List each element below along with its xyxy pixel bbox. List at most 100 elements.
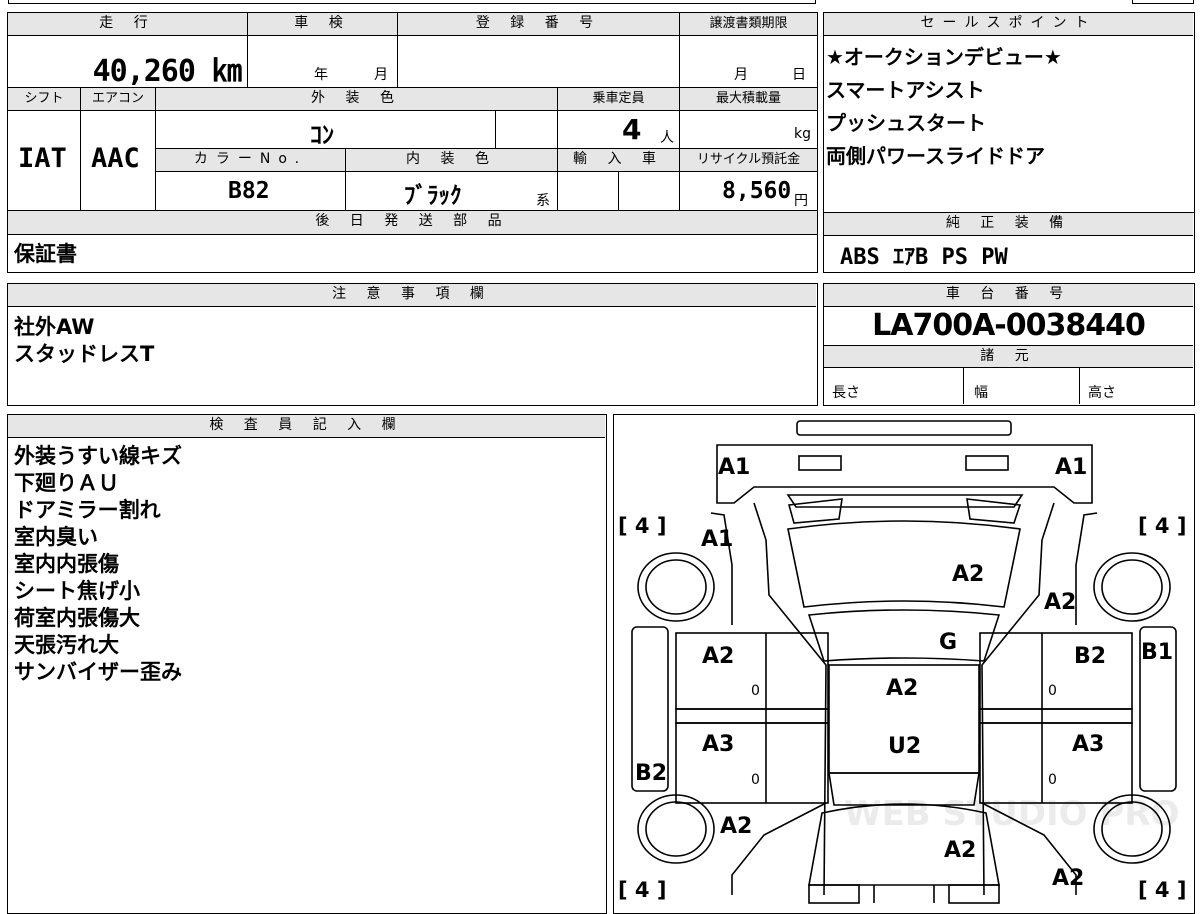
exterior-color-value: ｺﾝ	[310, 121, 334, 149]
import-cell-1	[558, 172, 619, 211]
sales-points-list: ★オークションデビュー★ スマートアシスト プッシュスタート両側パワースライドドア	[826, 41, 1062, 173]
height-cell: 高さ	[1080, 368, 1193, 404]
mileage-value: 40,260 ㎞	[92, 54, 242, 88]
car-diagram-box: [ 4 ] [ 4 ] [ 4 ] [ 4 ] A1 A1 A1 A2 A2 G…	[613, 414, 1195, 914]
caution-item: スタッドレスT	[14, 342, 155, 366]
top-strip	[8, 0, 816, 4]
caution-item: 社外AW	[14, 315, 95, 339]
chassis-value: LA700A-0038440	[872, 308, 1146, 343]
capacity-cell: 4 人	[558, 111, 680, 149]
length-cell: 長さ	[824, 368, 964, 404]
sales-points-header: セールスポイント	[824, 13, 1193, 36]
inspector-note-item: 室内臭い	[14, 525, 98, 549]
transfer-deadline-header: 譲渡書類期限	[680, 13, 817, 36]
code-pillar-right: B1	[1141, 640, 1173, 665]
import-header: 輸 入 車	[558, 149, 680, 172]
inspector-note-item: シート焦げ小	[14, 579, 140, 603]
tire-count-front-left: [ 4 ]	[618, 514, 666, 538]
code-roof: A2	[886, 676, 918, 701]
code-quarter-right: A2	[1052, 866, 1084, 891]
code-rocker-left: B2	[635, 761, 667, 786]
door-mark-rear-left: 0	[751, 772, 760, 788]
interior-color-suffix: 系	[536, 193, 550, 209]
shift-cell: IAT	[8, 111, 81, 211]
capacity-header: 乗車定員	[558, 88, 680, 111]
mileage-cell: 40,260 ㎞	[8, 36, 248, 88]
width-label: 幅	[974, 385, 988, 401]
inspector-note-item: 外装うすい線キズ	[14, 444, 182, 468]
code-windshield: G	[939, 630, 957, 655]
max-load-cell: kg	[680, 111, 817, 149]
exterior-color-cell: ｺﾝ	[156, 111, 496, 149]
interior-color-value: ﾌﾞﾗｯｸ	[404, 183, 462, 209]
chassis-header: 車 台 番 号	[824, 284, 1193, 307]
registration-header: 登 録 番 号	[398, 13, 680, 36]
code-front-left: A1	[718, 455, 750, 480]
capacity-value: 4	[622, 113, 642, 146]
later-parts-value: 保証書	[14, 242, 77, 266]
sales-points-box: セールスポイント ★オークションデビュー★ スマートアシスト プッシュスタート両側パ…	[823, 12, 1195, 213]
recycle-cell: 8,560 円	[680, 172, 817, 211]
deadline-day-unit: 日	[792, 67, 806, 83]
tire-count-front-right: [ 4 ]	[1138, 514, 1186, 538]
tire-count-rear-right: [ 4 ]	[1138, 878, 1186, 902]
chassis-box: 車 台 番 号 LA700A-0038440 諸 元 長さ 幅 高さ	[823, 283, 1195, 406]
capacity-unit: 人	[660, 130, 674, 146]
deadline-cell: 月 日	[680, 36, 817, 88]
tire-count-rear-left: [ 4 ]	[618, 878, 666, 902]
recycle-unit: 円	[794, 193, 808, 209]
sales-point-item: ★オークションデビュー★	[826, 45, 1062, 69]
cautions-header: 注 意 事 項 欄	[8, 284, 816, 307]
inspection-cell: 年 月	[248, 36, 398, 88]
color-no-cell: B82	[156, 172, 346, 211]
cautions-box: 注 意 事 項 欄 社外AW スタッドレスT	[7, 283, 818, 406]
code-fender-right: A2	[1044, 590, 1076, 615]
deadline-month-unit: 月	[734, 67, 748, 83]
inspector-note-item: 荷室内張傷大	[14, 606, 140, 630]
shift-header: シフト	[8, 88, 81, 111]
recycle-header: リサイクル預託金	[680, 149, 817, 172]
later-parts-header: 後 日 発 送 部 品	[8, 211, 817, 235]
code-fender-left: A1	[701, 527, 733, 552]
width-cell: 幅	[964, 368, 1080, 404]
code-rear-door-left: A3	[702, 732, 734, 757]
code-roof-rear: U2	[888, 734, 921, 759]
inspector-notes-list: 外装うすい線キズ 下廻りＡＵ ドアミラー割れ 室内臭い室内内張傷シート焦げ小 荷室内張傷…	[8, 439, 182, 686]
door-mark-rear-right: 0	[1048, 772, 1057, 788]
inspector-note-item: ドアミラー割れ	[14, 498, 161, 522]
inspector-note-item: 天張汚れ大	[14, 633, 119, 657]
import-cell-2	[619, 172, 680, 211]
code-back-door: A2	[944, 838, 976, 863]
genuine-equipment-value: ABS ｴｱB PS PW	[840, 245, 1008, 270]
info-table: 走 行 車 検 登 録 番 号 譲渡書類期限 40,260 ㎞ 年 月 月 日 …	[7, 12, 818, 273]
inspector-box: 検 査 員 記 入 欄 外装うすい線キズ 下廻りＡＵ ドアミラー割れ 室内臭い 室内内張…	[7, 414, 607, 914]
max-load-header: 最大積載量	[680, 88, 817, 111]
inspector-note-item: 下廻りＡＵ	[14, 471, 119, 495]
door-mark-front-left: 0	[751, 683, 760, 699]
genuine-equipment-box: 純 正 装 備 ABS ｴｱB PS PW	[823, 212, 1195, 273]
genuine-equipment-header: 純 正 装 備	[824, 213, 1193, 236]
code-quarter-left: A2	[720, 814, 752, 839]
color-no-header: カラーNo.	[156, 149, 346, 172]
code-rear-door-right: A3	[1072, 732, 1104, 757]
interior-color-cell: ﾌﾞﾗｯｸ 系	[346, 172, 558, 211]
code-front-door-right: B2	[1074, 644, 1106, 669]
inspection-year-unit: 年	[314, 67, 328, 83]
height-label: 高さ	[1088, 385, 1116, 401]
max-load-unit: kg	[794, 126, 811, 142]
length-label: 長さ	[832, 385, 860, 401]
door-mark-front-right: 0	[1048, 683, 1057, 699]
aircon-value: AAC	[91, 143, 140, 174]
exterior-color-header: 外 装 色	[156, 88, 558, 111]
aircon-header: エアコン	[81, 88, 156, 111]
inspector-note-item: 室内内張傷	[14, 552, 119, 576]
shift-value: IAT	[18, 143, 67, 174]
car-diagram: [ 4 ] [ 4 ] [ 4 ] [ 4 ] A1 A1 A1 A2 A2 G…	[618, 420, 1186, 904]
top-strip-right	[1132, 0, 1194, 4]
sales-point-item: 両側パワースライドドア	[826, 144, 1045, 168]
specs-header: 諸 元	[824, 345, 1193, 368]
mileage-header: 走 行	[8, 13, 248, 36]
code-front-door-left: A2	[702, 644, 734, 669]
sales-point-item: スマートアシスト	[826, 78, 985, 102]
sales-point-item: プッシュスタート	[826, 111, 986, 135]
